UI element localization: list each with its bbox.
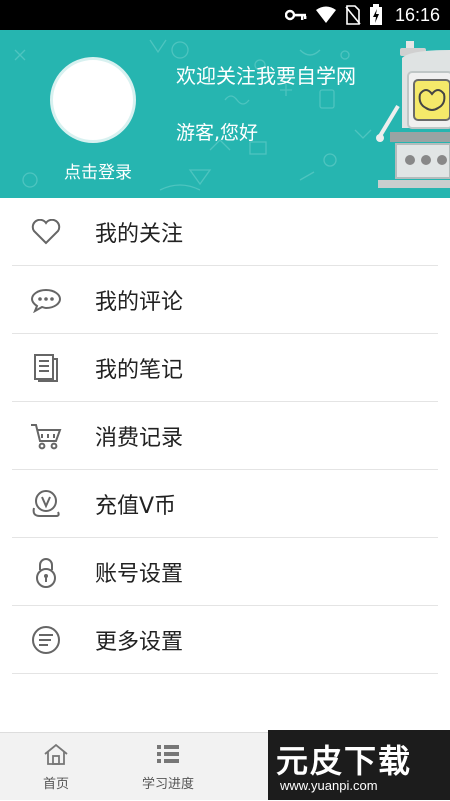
cart-icon [30,420,62,452]
greeting-text: 游客,您好 [176,122,259,144]
avatar[interactable] [50,57,136,143]
battery-charging-icon [369,4,383,26]
watermark-logo: 元皮下载 [276,742,413,780]
login-label[interactable]: 点击登录 [50,158,146,183]
menu-item-account-settings[interactable]: 账号设置 [0,538,450,606]
menu-item-label: 消费记录 [95,426,184,451]
robot-brain-illustration [376,41,450,188]
menu-item-purchase-history[interactable]: 消费记录 [0,402,450,470]
menu-item-label: 我的笔记 [95,358,184,383]
heart-icon [30,216,62,248]
lock-icon [30,556,62,588]
key-icon [284,8,307,22]
nav-label: 首页 [42,776,69,792]
wifi-icon [315,6,337,24]
home-icon [43,743,69,769]
menu-item-label: 账号设置 [95,562,184,587]
menu-item-label: 我的评论 [95,290,184,315]
nav-item-progress[interactable]: 学习进度 [112,733,224,801]
nav-item-home[interactable]: 首页 [0,733,112,801]
watermark-url: www.yuanpi.com [280,778,378,793]
list-icon [156,743,180,769]
menu-item-recharge-vcoin[interactable]: 充值V币 [0,470,450,538]
menu-item-label: 我的关注 [95,222,184,247]
menu-item-label: 充值V币 [95,494,177,519]
more-settings-icon [30,624,62,656]
menu-item-my-comments[interactable]: 我的评论 [0,266,450,334]
status-time: 16:16 [394,4,440,25]
profile-header: 点击登录 欢迎关注我要自学网 游客,您好 [0,30,450,198]
notes-icon [30,352,62,384]
menu-item-more-settings[interactable]: 更多设置 [0,606,450,674]
status-bar: 16:16 [0,0,450,30]
menu-item-my-follows[interactable]: 我的关注 [0,198,450,266]
comment-icon [30,284,62,316]
watermark: 元皮下载 www.yuanpi.com [268,730,450,800]
user-menu: 我的关注 我的评论 我的笔记 消费记录 充值V币 账号设置 更多设置 [0,198,450,674]
divider [12,673,438,674]
menu-item-label: 更多设置 [95,630,184,655]
vcoin-icon [30,488,62,520]
menu-item-my-notes[interactable]: 我的笔记 [0,334,450,402]
no-sim-icon [345,5,361,25]
nav-label: 学习进度 [141,776,194,792]
welcome-text: 欢迎关注我要自学网 [176,64,356,88]
